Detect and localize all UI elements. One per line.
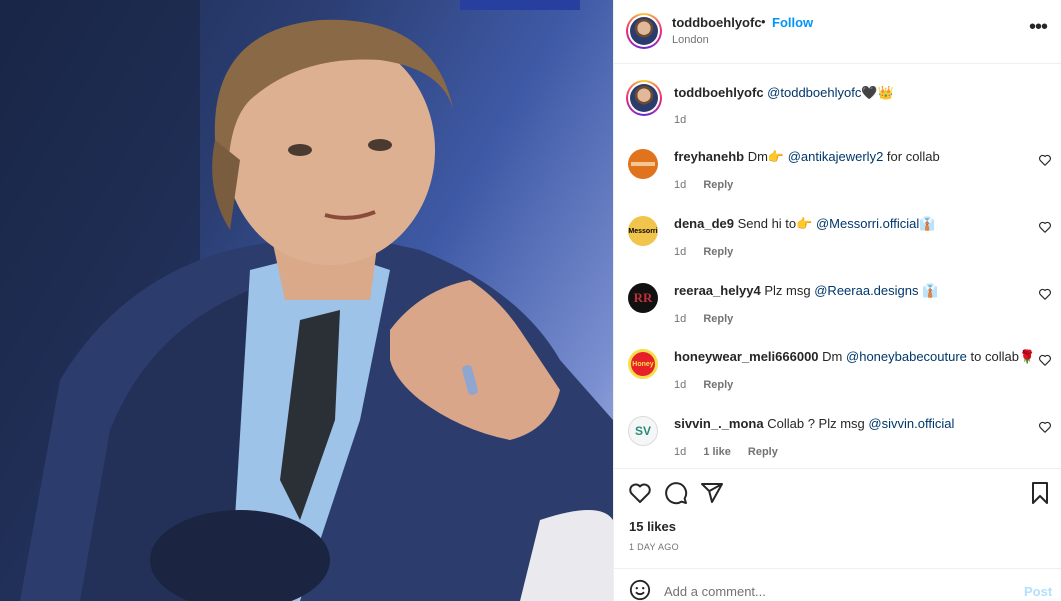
comment-likes-count[interactable]: 1 like — [703, 446, 731, 458]
comment-time[interactable]: 1d — [674, 179, 686, 191]
comment-time[interactable]: 1d — [674, 379, 686, 391]
reply-button[interactable]: Reply — [748, 446, 778, 458]
comment-item: RR reeraa_helyy4 Plz msg @Reeraa.designs… — [614, 283, 1061, 343]
comment-time[interactable]: 1d — [674, 446, 686, 458]
caption-text: toddboehlyofc @toddboehlyofc🖤👑 — [674, 85, 894, 101]
post-location[interactable]: London — [672, 34, 709, 46]
comment-item: Messorri dena_de9 Send hi to👉 @Messorri.… — [614, 216, 1061, 276]
caption-mention[interactable]: @toddboehlyofc — [767, 85, 861, 100]
comment-mention[interactable]: @Messorri.official — [816, 216, 919, 231]
comment-text: sivvin_._mona Collab ? Plz msg @sivvin.o… — [674, 416, 954, 432]
comment-body: Collab ? Plz msg — [767, 416, 865, 431]
commenter-username[interactable]: sivvin_._mona — [674, 416, 764, 431]
caption-username[interactable]: toddboehlyofc — [674, 85, 764, 100]
reply-button[interactable]: Reply — [703, 179, 733, 191]
comment-body-after: to collab🌹 — [966, 349, 1036, 364]
comment-item: SV sivvin_._mona Collab ? Plz msg @sivvi… — [614, 416, 1061, 476]
comment-mention[interactable]: @antikajewerly2 — [788, 149, 884, 164]
reply-button[interactable]: Reply — [703, 313, 733, 325]
commenter-username[interactable]: dena_de9 — [674, 216, 734, 231]
comment-like-heart-icon[interactable] — [1038, 420, 1052, 434]
commenter-username[interactable]: honeywear_meli666000 — [674, 349, 819, 364]
comment-item: Honey honeywear_meli666000 Dm @honeybabe… — [614, 349, 1061, 409]
commenter-avatar[interactable]: Honey — [628, 349, 658, 379]
comment-like-heart-icon[interactable] — [1038, 353, 1052, 367]
comment-item: freyhanehb Dm👉 @antikajewerly2 for colla… — [614, 149, 1061, 209]
comment-text: reeraa_helyy4 Plz msg @Reeraa.designs 👔 — [674, 283, 938, 299]
header-separator: • — [761, 14, 766, 29]
comment-body: Send hi to👉 — [737, 216, 813, 231]
caption-time[interactable]: 1d — [674, 114, 686, 126]
share-send-icon[interactable] — [700, 481, 724, 505]
comment-meta: 1d Reply — [674, 179, 747, 191]
comment-body-after: for collab — [883, 149, 940, 164]
likes-count[interactable]: 15 likes — [629, 519, 676, 534]
comment-text: dena_de9 Send hi to👉 @Messorri.official👔 — [674, 216, 935, 232]
comment-text: honeywear_meli666000 Dm @honeybabecoutur… — [674, 349, 1035, 365]
comment-mention[interactable]: @sivvin.official — [868, 416, 954, 431]
post-header: toddboehlyofc • Follow London ••• — [614, 0, 1061, 64]
caption-emoji: 🖤👑 — [861, 85, 894, 100]
comment-mention[interactable]: @Reeraa.designs — [814, 283, 918, 298]
comment-meta: 1d Reply — [674, 313, 747, 325]
comment-meta: 1d Reply — [674, 379, 747, 391]
commenter-username[interactable]: freyhanehb — [674, 149, 744, 164]
author-username[interactable]: toddboehlyofc — [672, 15, 762, 30]
commenter-avatar[interactable]: RR — [628, 283, 658, 313]
commenter-username[interactable]: reeraa_helyy4 — [674, 283, 761, 298]
emoji-icon[interactable] — [629, 579, 651, 601]
comment-time[interactable]: 1d — [674, 313, 686, 325]
avatar-label: Honey — [632, 360, 654, 368]
avatar-label: RR — [633, 290, 653, 305]
commenter-avatar[interactable]: Messorri — [628, 216, 658, 246]
add-comment-bar: Post — [614, 568, 1061, 601]
comment-text: freyhanehb Dm👉 @antikajewerly2 for colla… — [674, 149, 940, 165]
comment-body: Dm — [822, 349, 843, 364]
comment-time[interactable]: 1d — [674, 246, 686, 258]
comment-mention[interactable]: @honeybabecouture — [846, 349, 967, 364]
save-bookmark-icon[interactable] — [1028, 481, 1052, 505]
comment-meta: 1d Reply — [674, 246, 747, 258]
post-photo[interactable] — [0, 0, 613, 601]
reply-button[interactable]: Reply — [703, 246, 733, 258]
author-avatar[interactable] — [626, 13, 662, 49]
post-panel: toddboehlyofc • Follow London ••• toddbo… — [613, 0, 1061, 601]
follow-button[interactable]: Follow — [772, 15, 813, 30]
post-comment-button[interactable]: Post — [1024, 584, 1052, 599]
comment-input[interactable] — [664, 581, 1004, 601]
post-timestamp[interactable]: 1 DAY AGO — [629, 542, 679, 552]
post-actions: 15 likes 1 DAY AGO — [614, 468, 1061, 558]
comment-body-after: 👔 — [918, 283, 939, 298]
avatar-label: Messorri — [628, 227, 658, 235]
reply-button[interactable]: Reply — [703, 379, 733, 391]
comment-bubble-icon[interactable] — [664, 481, 688, 505]
photo-illustration — [0, 0, 613, 601]
more-options-icon[interactable]: ••• — [1026, 17, 1050, 42]
comment-like-heart-icon[interactable] — [1038, 287, 1052, 301]
commenter-avatar[interactable]: SV — [628, 416, 658, 446]
comment-body-after: 👔 — [919, 216, 936, 231]
like-heart-icon[interactable] — [628, 481, 652, 505]
comment-body: Plz msg — [764, 283, 811, 298]
comment-meta: 1d 1 like Reply — [674, 446, 792, 458]
avatar-label: SV — [634, 424, 651, 438]
comment-body: Dm👉 — [747, 149, 785, 164]
commenter-avatar[interactable] — [628, 149, 658, 179]
caption-avatar[interactable] — [626, 80, 662, 116]
comment-like-heart-icon[interactable] — [1038, 153, 1052, 167]
comment-like-heart-icon[interactable] — [1038, 220, 1052, 234]
